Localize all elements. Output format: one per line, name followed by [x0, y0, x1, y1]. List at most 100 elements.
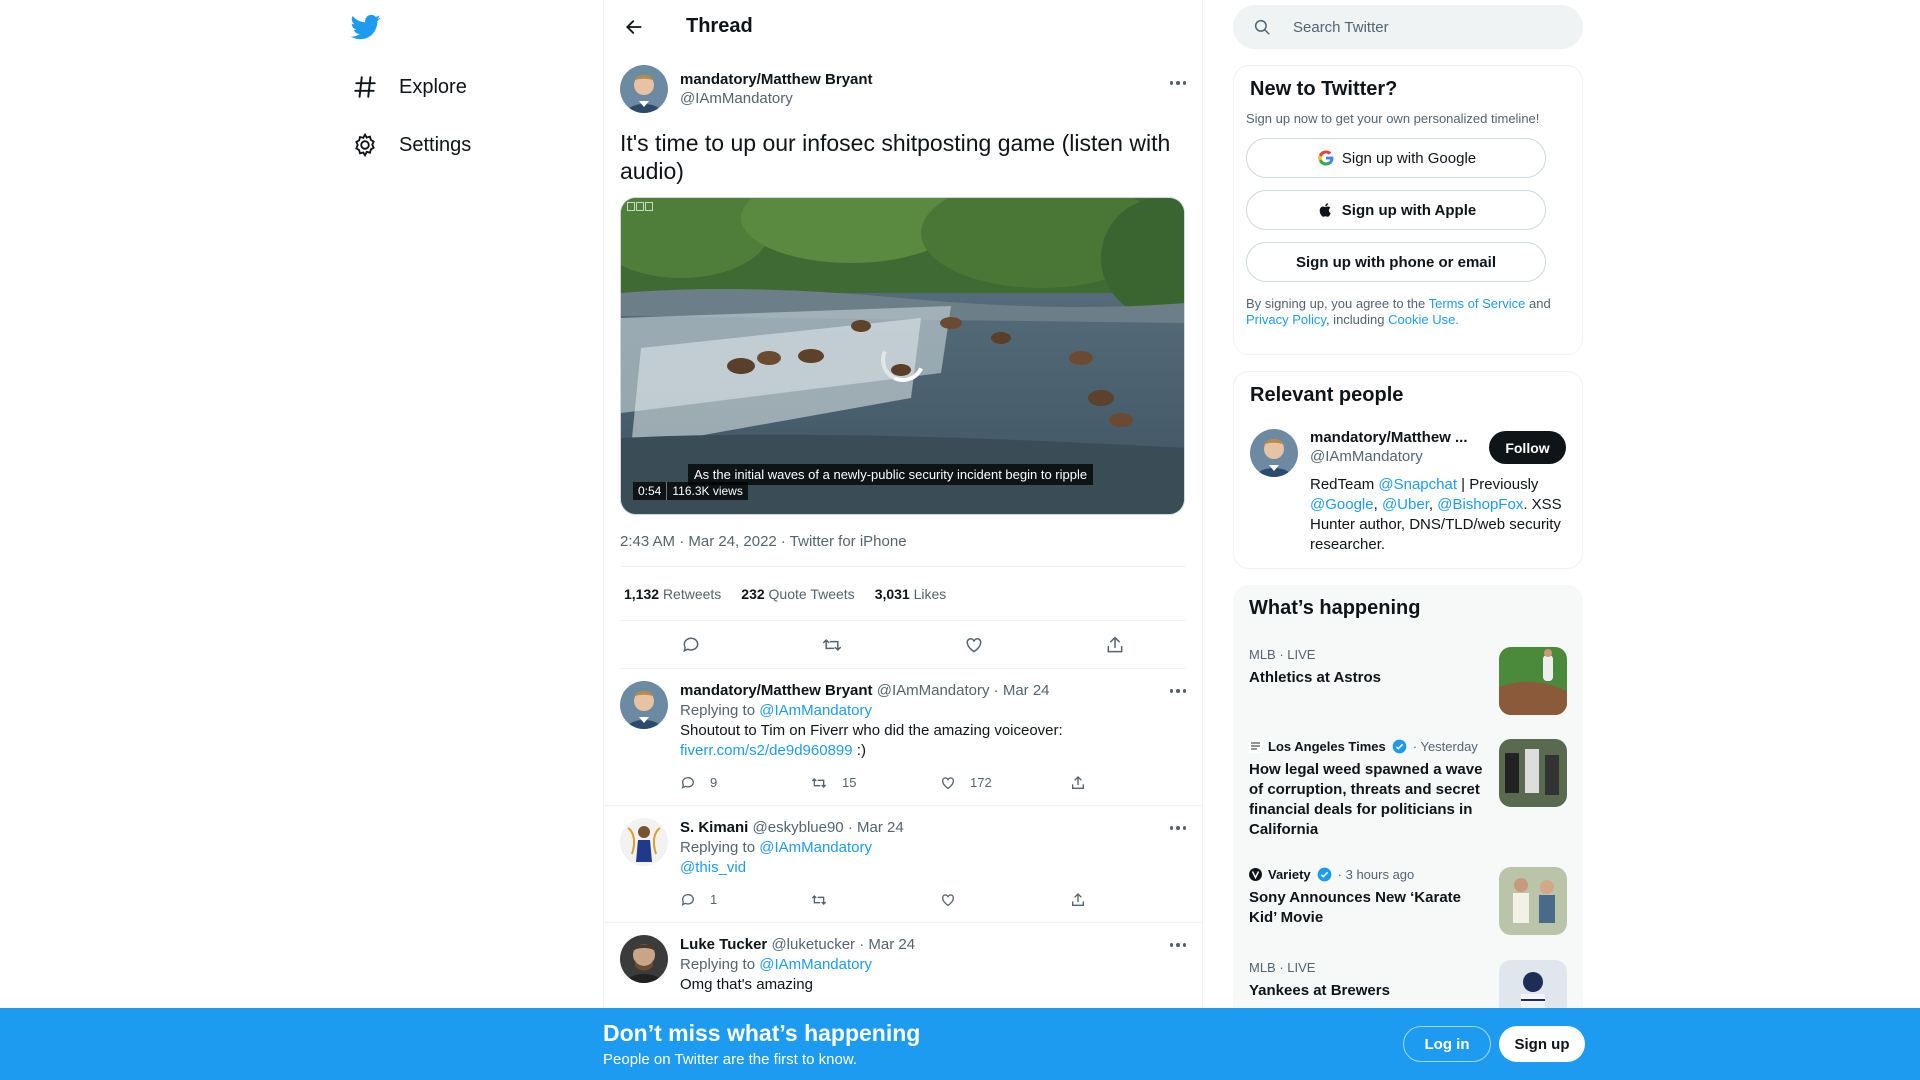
signup-phone-label: Sign up with phone or email — [1295, 253, 1496, 271]
twitter-logo-icon[interactable] — [350, 12, 383, 44]
trend-title: Sony Announces New ‘Karate Kid’ Movie — [1249, 889, 1461, 926]
reply-author-name[interactable]: Luke Tucker — [680, 936, 767, 953]
author-name[interactable]: mandatory/Matthew Bryant — [680, 71, 873, 88]
more-options-icon[interactable] — [1169, 935, 1186, 955]
reply-tweet[interactable]: Luke Tucker @luketucker · Mar 24 Replyin… — [604, 923, 1202, 1007]
terms-notice: By signing up, you agree to the Terms of… — [1246, 296, 1551, 327]
reply-date[interactable]: · Mar 24 — [994, 682, 1050, 699]
reply-button[interactable]: 9 — [680, 773, 810, 793]
share-icon — [1072, 776, 1084, 789]
reply-count: 1 — [710, 892, 718, 907]
retweet-button[interactable]: 15 — [810, 773, 940, 793]
reply-author-name[interactable]: mandatory/Matthew Bryant — [680, 682, 873, 699]
reply-date[interactable]: · Mar 24 — [848, 819, 904, 836]
reply-button[interactable]: 1 — [680, 890, 810, 910]
like-heart-icon[interactable] — [962, 633, 986, 657]
nav-item-settings[interactable]: Settings — [351, 125, 471, 165]
avatar[interactable] — [1250, 429, 1298, 477]
bbc-watermark — [627, 202, 653, 211]
nav-item-label: Explore — [399, 75, 467, 98]
video-views: 116.3K views — [666, 482, 748, 500]
focal-tweet: mandatory/Matthew Bryant @IAmMandatory I… — [604, 53, 1202, 567]
author-handle[interactable]: @IAmMandatory — [680, 90, 873, 107]
more-options-icon[interactable] — [1169, 73, 1186, 93]
trend-title: How legal weed spawned a wave of corrupt… — [1249, 761, 1483, 838]
back-arrow-icon[interactable] — [620, 13, 648, 41]
search-input[interactable]: Search Twitter — [1233, 5, 1583, 49]
share-button[interactable] — [1070, 773, 1200, 793]
reply-author-handle[interactable]: @IAmMandatory — [877, 682, 990, 699]
replying-label: Replying to — [680, 956, 756, 973]
person-item[interactable]: mandatory/Matthew ... @IAmMandatory RedT… — [1250, 429, 1566, 555]
follow-button[interactable]: Follow — [1489, 431, 1566, 464]
search-icon — [1253, 17, 1273, 37]
trend-item[interactable]: MLB · LIVE Athletics at Astros — [1249, 647, 1567, 715]
signup-phone-email-button[interactable]: Sign up with phone or email — [1246, 242, 1546, 282]
reply-text-after: :) — [852, 742, 866, 759]
avatar[interactable] — [620, 65, 668, 113]
reply-text: Shoutout to Tim on Fiverr who did the am… — [680, 722, 1063, 739]
fiverr-link[interactable]: fiverr.com/s2/de9d960899 — [680, 742, 853, 759]
avatar[interactable] — [620, 681, 668, 729]
stat-quote-tweets[interactable]: 232 Quote Tweets — [741, 586, 854, 602]
reply-icon[interactable] — [679, 633, 703, 657]
signup-banner: Don’t miss what’s happening People on Tw… — [0, 1008, 1920, 1080]
like-button[interactable] — [940, 890, 1070, 910]
reply-text: Omg that's amazing — [680, 976, 813, 993]
tweet-timestamp[interactable]: 2:43 AM · Mar 24, 2022 · Twitter for iPh… — [620, 533, 1186, 567]
reply-author-handle[interactable]: @luketucker — [771, 936, 855, 953]
bishopfox-link[interactable]: @BishopFox — [1437, 496, 1523, 513]
trend-title: Yankees at Brewers — [1249, 982, 1390, 999]
retweet-icon[interactable] — [820, 633, 844, 657]
avatar[interactable] — [620, 818, 668, 866]
signup-google-button[interactable]: Sign up with Google — [1246, 138, 1546, 178]
trend-time: · Yesterday — [1412, 739, 1478, 754]
terms-of-service-link[interactable]: Terms of Service — [1429, 296, 1526, 311]
stat-retweets[interactable]: 1,132 Retweets — [624, 586, 721, 602]
tweet-actions — [620, 621, 1186, 669]
reply-icon — [681, 894, 694, 906]
signup-apple-button[interactable]: Sign up with Apple — [1246, 190, 1546, 230]
banner-subtitle: People on Twitter are the first to know. — [603, 1051, 858, 1068]
more-options-icon[interactable] — [1169, 818, 1186, 838]
trend-item[interactable]: Variety · 3 hours ago Sony Announces New… — [1249, 867, 1567, 935]
login-button[interactable]: Log in — [1403, 1026, 1491, 1062]
cookie-use-link[interactable]: Cookie Use. — [1388, 312, 1459, 327]
retweet-button[interactable] — [810, 890, 940, 910]
retweet-icon — [811, 895, 827, 905]
reply-tweet[interactable]: mandatory/Matthew Bryant @IAmMandatory ·… — [604, 669, 1202, 806]
tweet-stats: 1,132 Retweets 232 Quote Tweets 3,031 Li… — [620, 567, 1186, 621]
trend-thumbnail — [1499, 867, 1567, 935]
privacy-policy-link[interactable]: Privacy Policy — [1246, 312, 1326, 327]
share-icon[interactable] — [1103, 633, 1127, 657]
trend-thumbnail — [1499, 739, 1567, 807]
gear-icon — [351, 131, 379, 159]
replying-label: Replying to — [680, 702, 756, 719]
person-bio: RedTeam @Snapchat | Previously @Google, … — [1310, 476, 1562, 553]
reply-tweet[interactable]: S. Kimani @eskyblue90 · Mar 24 Replying … — [604, 806, 1202, 923]
reply-author-handle[interactable]: @eskyblue90 — [753, 819, 844, 836]
google-link[interactable]: @Google — [1310, 496, 1374, 513]
mention-link[interactable]: @this_vid — [680, 859, 746, 876]
avatar[interactable] — [620, 935, 668, 983]
trend-item[interactable]: Los Angeles Times · Yesterday How legal … — [1249, 739, 1567, 840]
like-button[interactable]: 172 — [940, 773, 1070, 793]
stat-likes[interactable]: 3,031 Likes — [875, 586, 947, 602]
replying-to-link[interactable]: @IAmMandatory — [759, 702, 872, 719]
like-count: 172 — [970, 775, 992, 790]
trend-item[interactable]: MLB · LIVE Yankees at Brewers — [1249, 960, 1567, 1028]
share-button[interactable] — [1070, 890, 1200, 910]
reply-author-name[interactable]: S. Kimani — [680, 819, 748, 836]
card-title: Relevant people — [1250, 384, 1404, 406]
reply-date[interactable]: · Mar 24 — [859, 936, 915, 953]
snapchat-link[interactable]: @Snapchat — [1378, 476, 1457, 493]
replying-to-link[interactable]: @IAmMandatory — [759, 956, 872, 973]
signup-button[interactable]: Sign up — [1499, 1026, 1585, 1062]
reply-icon — [681, 777, 694, 789]
uber-link[interactable]: @Uber — [1382, 496, 1429, 513]
video-player[interactable]: As the initial waves of a newly-public s… — [620, 197, 1185, 515]
replying-to-link[interactable]: @IAmMandatory — [759, 839, 872, 856]
more-options-icon[interactable] — [1169, 681, 1186, 701]
nav-item-explore[interactable]: Explore — [351, 67, 467, 107]
thread-header: Thread — [604, 0, 1202, 53]
